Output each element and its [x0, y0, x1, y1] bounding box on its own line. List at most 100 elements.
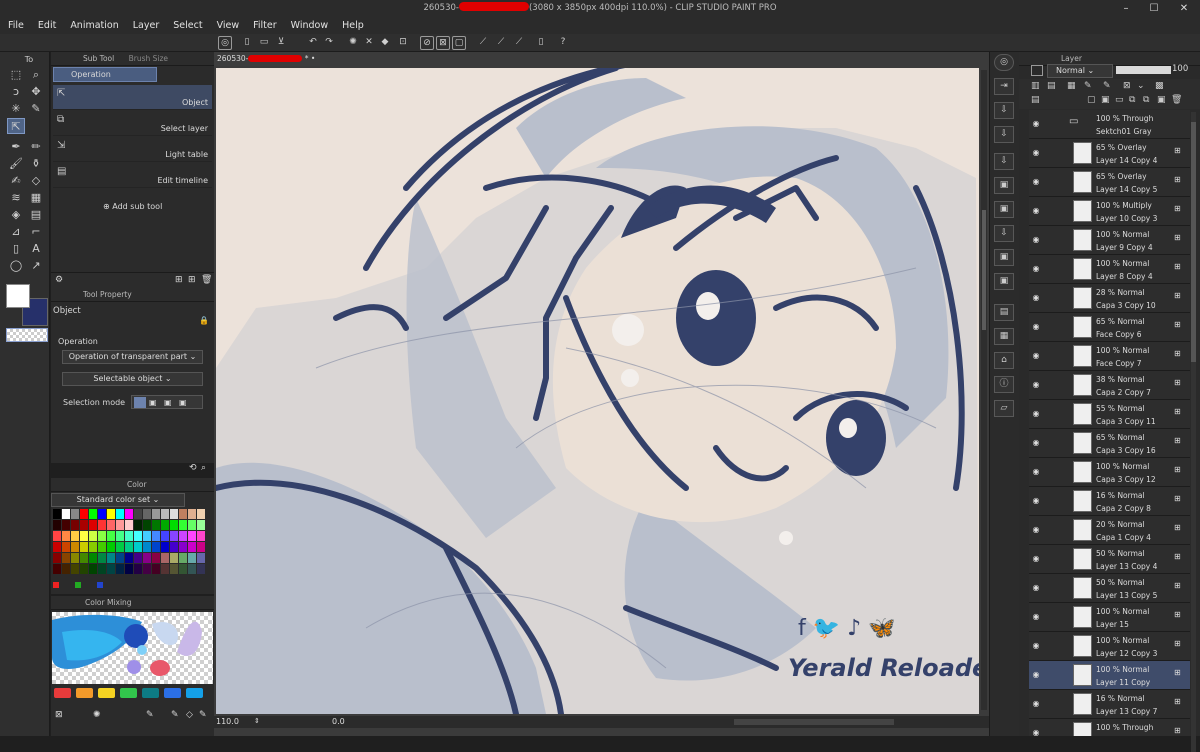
layer-visibility-icon[interactable]: ◉	[1031, 148, 1041, 158]
color-swatch[interactable]	[71, 553, 79, 563]
main-color-swatch[interactable]	[6, 284, 30, 308]
show-selection-icon[interactable]: ▢	[452, 36, 466, 50]
layer-visibility-icon[interactable]: ◉	[1031, 351, 1041, 361]
layer-row[interactable]: ◉ 16 % Normal Layer 13 Copy 7 ⊞	[1029, 690, 1190, 719]
brush-tool-icon[interactable]: 🖌	[7, 156, 25, 172]
color-swatch[interactable]	[62, 542, 70, 552]
color-swatch[interactable]	[134, 564, 142, 574]
color-swatch[interactable]	[116, 542, 124, 552]
mix-blend-icon[interactable]: ✎	[171, 710, 179, 720]
zoom-value[interactable]: 110.0	[216, 717, 239, 726]
color-swatch[interactable]	[125, 553, 133, 563]
color-swatch[interactable]	[152, 509, 160, 519]
color-swatch[interactable]	[143, 509, 151, 519]
color-swatch[interactable]	[116, 564, 124, 574]
layer-visibility-icon[interactable]: ◉	[1031, 438, 1041, 448]
layer-visibility-icon[interactable]: ◉	[1031, 467, 1041, 477]
frame-tool-icon[interactable]: ▦	[27, 190, 45, 206]
loading-icon[interactable]: ✺	[346, 36, 360, 50]
layer-row[interactable]: ◉ 65 % Overlay Layer 14 Copy 4 ⊞	[1029, 139, 1190, 168]
blend-mode-dropdown[interactable]: Normal ⌄	[1047, 64, 1113, 78]
history-icon[interactable]: ▦	[994, 328, 1014, 345]
color-swatch[interactable]	[197, 520, 205, 530]
subtool-select-layer[interactable]: ⧉ Select layer	[53, 111, 212, 136]
move-tool-icon[interactable]: ✥	[27, 84, 45, 100]
color-swatch[interactable]	[161, 509, 169, 519]
speech-bubble-icon[interactable]: ◯	[7, 258, 25, 274]
transparent-part-dropdown[interactable]: Operation of transparent part ⌄	[62, 350, 203, 364]
mix-clear-icon[interactable]: ⊠	[55, 710, 63, 720]
color-swatch[interactable]	[188, 509, 196, 519]
color-swatch[interactable]	[197, 509, 205, 519]
mix-color-swatch[interactable]	[142, 688, 159, 698]
color-swatch[interactable]	[98, 542, 106, 552]
color-swatch[interactable]	[98, 509, 106, 519]
snap-grid-icon[interactable]: ⟋	[512, 36, 526, 50]
horizontal-scrollbar[interactable]	[734, 719, 894, 725]
layer-row[interactable]: ◉ 100 % Normal Layer 8 Copy 4 ⊞	[1029, 255, 1190, 284]
color-swatch[interactable]	[80, 564, 88, 574]
image-icon-3[interactable]: ⇩	[994, 225, 1014, 242]
angle-value[interactable]: 0.0	[332, 717, 345, 726]
color-swatch[interactable]	[197, 553, 205, 563]
layer-visibility-icon[interactable]: ◉	[1031, 554, 1041, 564]
property-search-icon[interactable]: ⌕	[201, 463, 206, 473]
subtool-delete-icon[interactable]: 🗑	[201, 275, 212, 285]
balloon-tool-icon[interactable]: ▯	[7, 241, 25, 257]
layer-row[interactable]: ◉ 100 % Through ⊞	[1029, 719, 1190, 736]
layer-color-icon[interactable]	[1031, 65, 1043, 76]
color-swatch[interactable]	[62, 520, 70, 530]
color-swatch[interactable]	[152, 542, 160, 552]
swatch-red-dot[interactable]	[53, 582, 59, 588]
color-swatch[interactable]	[107, 542, 115, 552]
color-swatch[interactable]	[188, 531, 196, 541]
menu-file[interactable]: File	[8, 20, 24, 31]
add-selection-icon[interactable]: ▣	[149, 398, 157, 407]
color-swatch[interactable]	[179, 509, 187, 519]
menu-filter[interactable]: Filter	[253, 20, 277, 31]
help-icon[interactable]: ?	[556, 36, 570, 50]
color-swatch[interactable]	[62, 531, 70, 541]
layer-folder-row[interactable]: ◉ ▭ 100 % Through Sektch01 Gray	[1029, 110, 1190, 139]
layer-visibility-icon[interactable]: ◉	[1031, 409, 1041, 419]
property-reset-icon[interactable]: ⟲	[189, 463, 197, 473]
color-swatch[interactable]	[179, 564, 187, 574]
animation-icon[interactable]: ▱	[994, 400, 1014, 417]
layer-mask-icon[interactable]: ⊠	[1123, 81, 1131, 91]
subtool-settings-icon[interactable]: ⚙	[55, 275, 63, 285]
layer-palette-icon[interactable]: ✎	[1103, 81, 1111, 91]
maximize-button[interactable]: ☐	[1140, 0, 1168, 17]
color-swatch[interactable]	[134, 509, 142, 519]
subtool-new-icon[interactable]: ⊞	[188, 275, 196, 285]
navigator-icon[interactable]: ◎	[994, 54, 1014, 71]
layer-row[interactable]: ◉ 100 % Normal Layer 9 Copy 4 ⊞	[1029, 226, 1190, 255]
color-swatch[interactable]	[80, 531, 88, 541]
gradient-tool-icon[interactable]: ▤	[27, 207, 45, 223]
layer-visibility-icon[interactable]: ◉	[1031, 612, 1041, 622]
operation-tool-icon[interactable]: ⇱	[7, 118, 25, 134]
image-icon-5[interactable]: ▣	[994, 273, 1014, 290]
new-selection-icon[interactable]	[134, 397, 146, 408]
color-swatch[interactable]	[143, 553, 151, 563]
material-icon[interactable]: ⌂	[994, 352, 1014, 369]
mix-color-swatch[interactable]	[98, 688, 115, 698]
color-swatch[interactable]	[107, 553, 115, 563]
color-swatch[interactable]	[179, 520, 187, 530]
opacity-slider[interactable]	[1116, 66, 1171, 74]
image-icon-1[interactable]: ▣	[994, 177, 1014, 194]
color-swatch[interactable]	[71, 520, 79, 530]
color-swatch[interactable]	[134, 553, 142, 563]
color-swatch[interactable]	[71, 509, 79, 519]
vertical-scroll-thumb[interactable]	[982, 210, 986, 330]
smartphone-icon[interactable]: ▯	[534, 36, 548, 50]
color-swatch[interactable]	[107, 564, 115, 574]
layer-visibility-icon[interactable]: ◉	[1031, 699, 1041, 709]
layer-row[interactable]: ◉ 50 % Normal Layer 13 Copy 4 ⊞	[1029, 545, 1190, 574]
color-swatch[interactable]	[62, 553, 70, 563]
layer-visibility-icon[interactable]: ◉	[1031, 119, 1041, 129]
mix-eyedropper-icon[interactable]: ✎	[199, 710, 207, 720]
menu-view[interactable]: View	[217, 20, 240, 31]
pencil-tool-icon[interactable]: ✏	[27, 139, 45, 155]
layer-visibility-icon[interactable]: ◉	[1031, 641, 1041, 651]
color-swatch[interactable]	[53, 564, 61, 574]
